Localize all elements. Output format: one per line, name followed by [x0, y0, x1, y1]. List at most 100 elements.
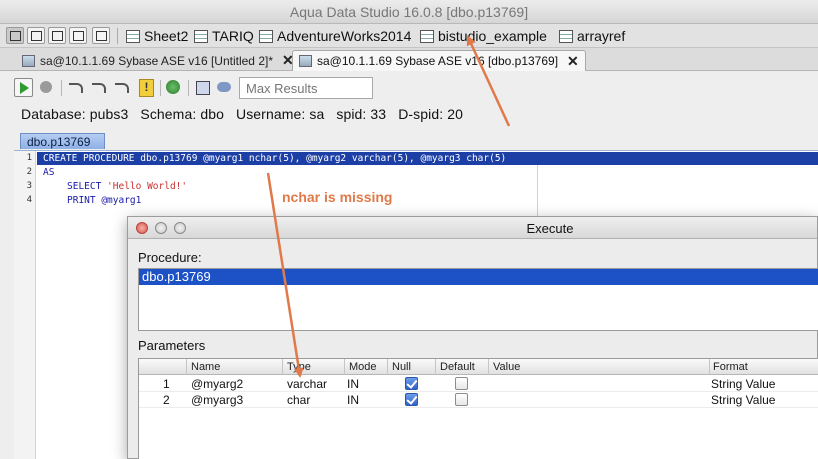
column-divider — [186, 359, 187, 375]
schema-label: Schema: — [140, 106, 197, 122]
parameters-table-header: Name Type Mode Null Default Value Format — [139, 359, 818, 375]
null-checkbox[interactable] — [405, 393, 418, 406]
default-checkbox[interactable] — [455, 393, 468, 406]
toolbar-divider — [61, 80, 62, 96]
workspace-tab-label: Sheet2 — [144, 28, 189, 44]
default-checkbox[interactable] — [455, 377, 468, 390]
column-divider — [435, 359, 436, 375]
max-results-input[interactable] — [239, 77, 373, 99]
procedure-list[interactable]: dbo.p13769 — [138, 268, 818, 331]
editor-doc-tab[interactable]: dbo.p13769 — [20, 133, 105, 149]
code-line[interactable]: PRINT @myarg1 — [67, 195, 141, 206]
workspace-tab-arrayref[interactable]: arrayref — [559, 27, 625, 45]
code-line[interactable]: SELECT 'Hello World!' — [67, 181, 187, 192]
tab-label: sa@10.1.1.69 Sybase ASE v16 [dbo.p13769] — [317, 54, 559, 68]
param-name: @myarg2 — [191, 377, 244, 391]
sheet-icon — [126, 29, 140, 43]
session-icon[interactable] — [215, 78, 234, 97]
spid-value: 33 — [370, 106, 387, 122]
column-header-value[interactable]: Value — [493, 361, 520, 373]
workspace-tab-label: TARIQ — [212, 28, 254, 44]
line-number-gutter: 1 2 3 4 — [14, 151, 36, 459]
close-tab-icon[interactable]: ✕ — [567, 53, 579, 70]
param-value-field[interactable] — [493, 393, 703, 407]
procedure-list-item[interactable]: dbo.p13769 — [139, 269, 818, 285]
tab-dbo-p13769[interactable]: sa@10.1.1.69 Sybase ASE v16 [dbo.p13769]… — [292, 50, 586, 71]
procedure-icon — [299, 55, 312, 67]
code-line[interactable]: CREATE PROCEDURE dbo.p13769 @myarg1 ncha… — [43, 153, 506, 164]
param-mode: IN — [347, 377, 359, 391]
column-header-format[interactable]: Format — [713, 361, 748, 373]
grid-view-icon[interactable] — [6, 27, 24, 44]
dspid-label: D-spid: — [398, 106, 444, 122]
execute-icon[interactable] — [14, 78, 33, 97]
dialog-titlebar: Execute — [128, 217, 817, 239]
username-label: Username: — [235, 106, 306, 122]
null-checkbox[interactable] — [405, 377, 418, 390]
step-over-icon[interactable] — [89, 78, 108, 97]
column-header-default[interactable]: Default — [440, 361, 475, 373]
param-name: @myarg3 — [191, 393, 244, 407]
toolbar-divider — [188, 80, 189, 96]
column-header-type[interactable]: Type — [287, 361, 311, 373]
workspace-tab-tariq[interactable]: TARIQ — [194, 27, 254, 45]
param-format[interactable]: String Value — [711, 393, 775, 407]
parameters-table: Name Type Mode Null Default Value Format… — [138, 358, 818, 459]
column-divider — [282, 359, 283, 375]
param-format[interactable]: String Value — [711, 377, 775, 391]
username-value: sa — [309, 106, 325, 122]
param-value-field[interactable] — [493, 377, 703, 391]
editor-tabbar: sa@10.1.1.69 Sybase ASE v16 [Untitled 2]… — [0, 48, 818, 71]
procedure-label: Procedure: — [138, 250, 202, 265]
column-divider — [709, 359, 710, 375]
code-line[interactable]: AS — [43, 167, 54, 178]
schema-value: dbo — [200, 106, 224, 122]
execute-dialog: Execute Procedure: dbo.p13769 Parameters… — [127, 216, 818, 459]
row-index: 1 — [163, 377, 170, 391]
tab-label: sa@10.1.1.69 Sybase ASE v16 [Untitled 2]… — [40, 53, 273, 68]
tab-untitled-2[interactable]: sa@10.1.1.69 Sybase ASE v16 [Untitled 2]… — [16, 50, 300, 71]
stop-icon[interactable] — [37, 78, 56, 97]
step-icon[interactable] — [66, 78, 85, 97]
code-keyword: SELECT — [67, 181, 108, 192]
parameters-label: Parameters — [138, 338, 206, 353]
line-number: 1 — [26, 153, 32, 163]
list-view-icon[interactable] — [48, 27, 66, 44]
query-window-icon — [22, 54, 35, 67]
form-view-icon[interactable] — [69, 27, 87, 44]
table-row[interactable]: 1 @myarg2 varchar IN String Value — [139, 376, 818, 392]
line-number: 3 — [26, 181, 32, 191]
chart-view-icon[interactable] — [92, 27, 110, 44]
step-out-icon[interactable] — [112, 78, 131, 97]
table-row[interactable]: 2 @myarg3 char IN String Value — [139, 392, 818, 408]
code-string: 'Hello World!' — [107, 181, 188, 192]
warning-icon[interactable] — [136, 78, 155, 97]
sheet-icon — [420, 29, 434, 43]
dspid-value: 20 — [447, 106, 464, 122]
database-label: Database: — [21, 106, 86, 122]
annotation-text: nchar is missing — [282, 189, 393, 205]
sheet-icon — [559, 29, 573, 43]
sheet-icon — [194, 29, 208, 43]
column-divider — [488, 359, 489, 375]
commit-icon[interactable] — [164, 78, 183, 97]
workspace-tab-sheet2[interactable]: Sheet2 — [126, 27, 188, 45]
workspace-tab-label: bistudio_example — [438, 28, 547, 44]
toolbar-divider — [160, 80, 161, 96]
column-divider — [344, 359, 345, 375]
workspace-tab-bistudio[interactable]: bistudio_example — [420, 27, 547, 45]
window-title: Aqua Data Studio 16.0.8 [dbo.p13769] — [289, 4, 529, 20]
workspace-tab-label: arrayref — [577, 28, 626, 44]
column-divider — [387, 359, 388, 375]
column-header-null[interactable]: Null — [392, 361, 411, 373]
database-value: pubs3 — [89, 106, 129, 122]
workspace-tab-label: AdventureWorks2014 — [277, 28, 412, 44]
toolbar-divider — [117, 28, 118, 44]
workspace-tab-adventureworks[interactable]: AdventureWorks2014 — [259, 27, 411, 45]
row-index: 2 — [163, 393, 170, 407]
column-header-name[interactable]: Name — [191, 361, 220, 373]
explain-plan-icon[interactable] — [193, 78, 212, 97]
table-view-icon[interactable] — [27, 27, 45, 44]
column-header-mode[interactable]: Mode — [349, 361, 377, 373]
spid-label: spid: — [336, 106, 367, 122]
